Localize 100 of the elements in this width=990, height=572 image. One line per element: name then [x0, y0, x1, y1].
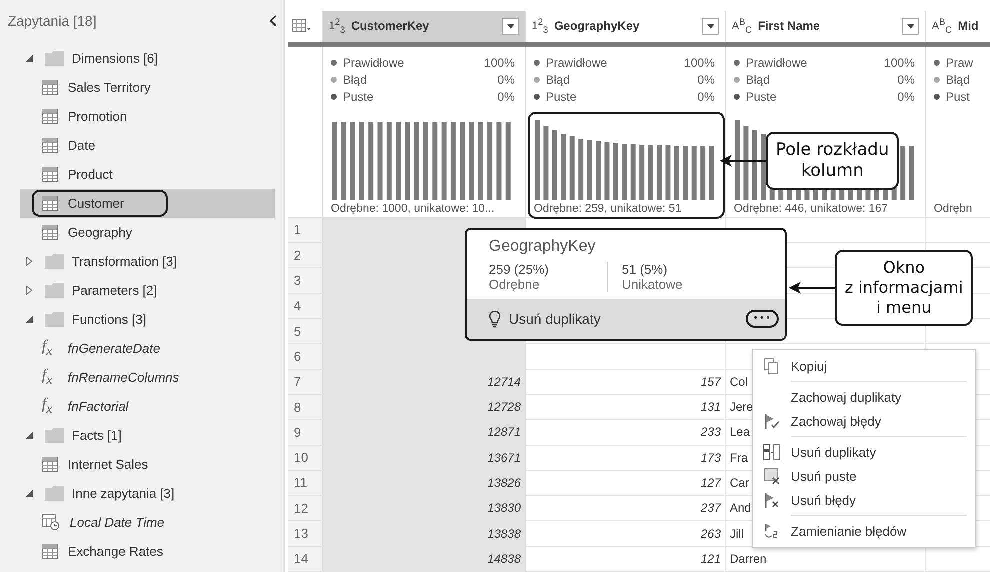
collapse-arrow-icon[interactable] [26, 432, 33, 439]
suggestion-link[interactable]: Usuń duplikaty [509, 311, 601, 327]
table-cell: 13830 [323, 496, 526, 520]
replace-icon [764, 522, 780, 540]
expand-arrow-icon[interactable] [26, 257, 33, 266]
table-cell: 12871 [323, 420, 526, 444]
folder-item[interactable]: Transformation [3] [0, 247, 275, 276]
row-number: 7 [288, 370, 323, 394]
row-number: 9 [288, 420, 323, 444]
table-clock-icon [42, 514, 60, 531]
stat-label: Odrębne [489, 277, 541, 292]
folder-item[interactable]: Functions [3] [0, 305, 275, 334]
column-header[interactable]: A$^{B}$$_{C}$ Mid [926, 10, 990, 42]
table-cell: 263 [526, 521, 726, 546]
quality-label: Błąd [343, 73, 368, 88]
collapse-icon[interactable] [269, 15, 277, 27]
caret-icon [706, 24, 714, 29]
table-icon [42, 457, 58, 472]
row-number: 10 [288, 446, 323, 470]
quality-percent: 100% [884, 56, 915, 70]
folder-item[interactable]: Dimensions [6] [0, 44, 275, 73]
folder-label: Dimensions [6] [72, 51, 158, 66]
collapse-arrow-icon[interactable] [26, 316, 33, 323]
query-item[interactable]: Sales Territory [32, 74, 161, 101]
stat-value: 51 (5%) [622, 262, 669, 277]
row-number: 13 [288, 521, 323, 546]
column-name: Mid [958, 19, 979, 34]
row-number: 11 [288, 470, 323, 496]
quality-label: Błąd [746, 73, 770, 88]
table-cell: 157 [526, 370, 726, 394]
function-symbol: f$_{x}$ [42, 396, 54, 418]
folder-icon [45, 51, 64, 66]
caret-icon [506, 24, 514, 29]
callout-label: Pole rozkładu kolumn [766, 132, 900, 190]
quality-label: Pust [946, 90, 970, 104]
quality-label: Błąd [946, 73, 970, 88]
stat-value: 259 (25%) [489, 262, 550, 277]
copy-icon [764, 358, 780, 374]
dropdown-button[interactable] [702, 18, 719, 35]
query-item[interactable]: Product [32, 161, 123, 188]
function-symbol: f$_{x}$ [42, 338, 54, 360]
caret-icon [906, 24, 914, 29]
quality-percent: 0% [898, 73, 915, 88]
table-cell: 127 [526, 470, 726, 496]
expand-arrow-icon[interactable] [26, 286, 33, 295]
folder-icon [45, 283, 64, 298]
table-cell: 13671 [323, 446, 526, 470]
quality-label: Prawidłowe [546, 56, 608, 70]
remove-duplicates-icon [763, 444, 781, 460]
column-name: First Name [758, 19, 820, 34]
table-cell: 12714 [323, 370, 526, 394]
query-item-outlined[interactable]: Customer [32, 190, 168, 217]
folder-icon [45, 428, 64, 443]
folder-item[interactable]: Parameters [2] [0, 276, 275, 305]
query-item[interactable]: Exchange Rates [32, 538, 174, 565]
row-number: 12 [288, 496, 323, 520]
collapse-arrow-icon[interactable] [26, 490, 33, 497]
quality-label: Praw [946, 56, 974, 70]
column-header[interactable]: 1$^{2}$$_{3}$ GeographyKey [526, 10, 726, 42]
lightbulb-icon [489, 310, 501, 328]
column-header[interactable]: 1$^{2}$$_{3}$ CustomerKey [323, 10, 526, 42]
quality-percent: 0% [698, 90, 715, 104]
query-item[interactable]: Internet Sales [32, 451, 158, 478]
table-icon [42, 225, 58, 240]
quality-percent: 0% [498, 90, 515, 104]
table-cell: 233 [526, 420, 726, 444]
query-item[interactable]: Date [32, 132, 106, 159]
panel-title: Zapytania [18] [8, 13, 97, 29]
table-cell: 13826 [323, 470, 526, 496]
stat-label: Unikatowe [622, 277, 684, 292]
popup-title: GeographyKey [489, 238, 597, 256]
dropdown-button[interactable] [502, 18, 519, 35]
quality-label: Puste [546, 90, 577, 104]
folder-label: Transformation [3] [72, 254, 178, 269]
flag-check-icon [764, 412, 780, 430]
query-item[interactable]: Promotion [32, 103, 138, 130]
column-header[interactable]: A$^{B}$$_{C}$ First Name [726, 10, 926, 42]
query-item[interactable]: Local Date Time [32, 508, 175, 537]
table-icon [42, 167, 58, 182]
row-number: 5 [288, 318, 323, 344]
dropdown-button[interactable] [902, 18, 919, 35]
folder-label: Facts [1] [72, 428, 122, 443]
collapse-arrow-icon[interactable] [26, 55, 33, 62]
row-number: 8 [288, 394, 323, 420]
quality-percent: 0% [898, 90, 915, 104]
table-cell: 14838 [323, 546, 526, 572]
table-icon [42, 544, 58, 559]
table-cell: 13838 [323, 521, 526, 546]
flag-x-icon [764, 492, 780, 508]
row-number: 14 [288, 546, 323, 572]
column-name: CustomerKey [351, 19, 430, 34]
table-menu-icon[interactable] [292, 19, 312, 34]
distinct-summary: Odrębne: 446, unikatowe: 167 [734, 202, 890, 215]
folder-item[interactable]: Facts [1] [0, 421, 275, 450]
more-options-button[interactable]: ••• [746, 310, 779, 328]
quality-percent: 0% [498, 73, 515, 88]
folder-item[interactable]: Inne zapytania [3] [0, 479, 275, 508]
remove-rows-icon [764, 468, 780, 484]
query-item[interactable]: Geography [32, 219, 142, 246]
quality-label: Puste [746, 90, 777, 104]
